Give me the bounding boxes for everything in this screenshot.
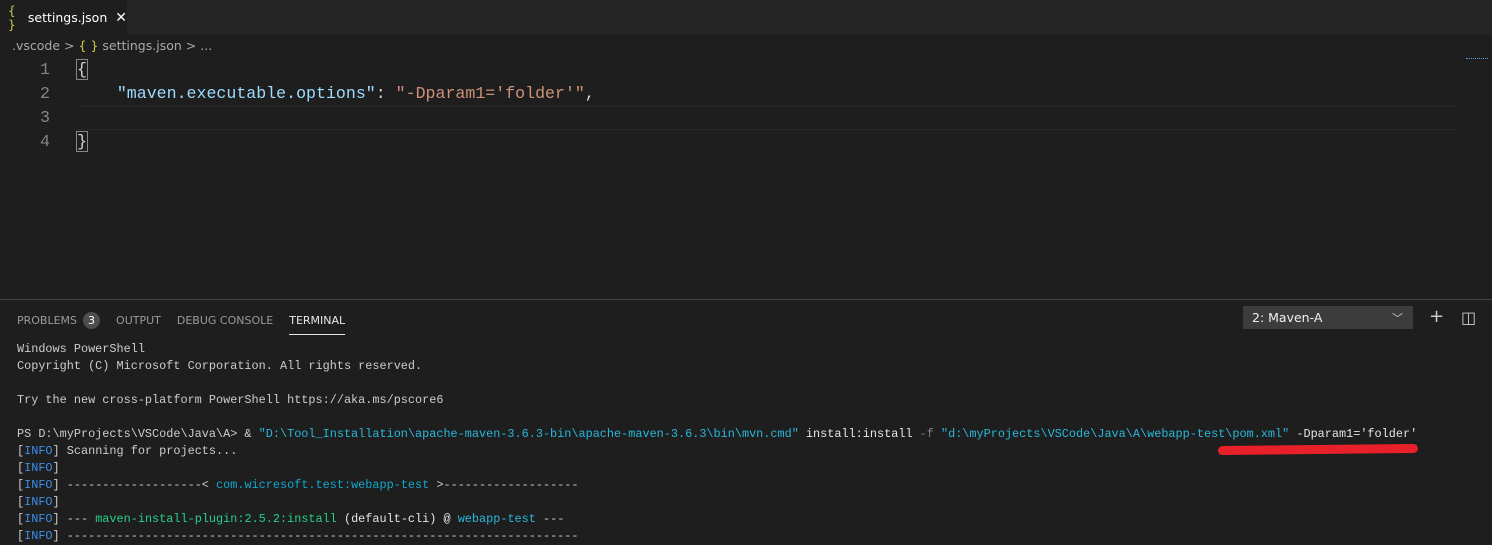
code-token: , [584,84,595,103]
tab-label: TERMINAL [289,313,346,327]
chevron-down-icon: ﹀ [1392,311,1403,325]
tab-output[interactable]: OUTPUT [116,312,161,335]
terminal-line: Windows PowerShell [17,341,1417,358]
terminal-line: Copyright (C) Microsoft Corporation. All… [17,358,1417,375]
code-line: 4} [0,130,1492,154]
terminal-text: INFO [24,461,53,475]
current-line-highlight [77,106,1456,130]
tab-label: PROBLEMS [17,314,78,327]
terminal-text: INFO [24,478,53,492]
code-text: "maven.executable.options": "-Dparam1='f… [77,82,595,106]
terminal-text: webapp-test [457,512,536,526]
code-token: : [375,84,396,103]
terminal-text: INFO [24,512,53,526]
terminal-text: com.wicresoft.test:webapp-test [216,478,430,492]
terminal-text: "D:\Tool_Installation\apache-maven-3.6.3… [258,427,799,441]
close-icon[interactable]: ✕ [115,10,127,26]
terminal-line: [INFO] -------------------< com.wicresof… [17,477,1417,494]
code-token: "maven.executable.options" [116,84,376,103]
code-line: 1{ [0,58,1492,82]
breadcrumb-symbols[interactable]: ... [200,38,212,53]
chevron-right-icon: > [64,38,75,53]
line-number: 2 [40,84,50,103]
tab-label: settings.json [27,10,108,25]
terminal-line: [INFO] [17,494,1417,511]
terminal-text: INFO [24,444,53,458]
terminal-text: ] -------------------< [52,478,217,492]
breadcrumb: .vscode > { } settings.json > ... [12,38,212,53]
terminal-text: maven-install-plugin:2.5.2:install [95,512,337,526]
terminal-line: [INFO] [17,460,1417,477]
code-token: { [76,59,88,80]
terminal-text: Windows PowerShell [17,342,145,356]
split-terminal-icon[interactable]: ◫ [1461,308,1476,327]
code-line: 3 [0,106,1492,130]
tab-terminal[interactable]: TERMINAL [289,312,346,335]
terminal-line: Try the new cross-platform PowerShell ht… [17,392,1417,409]
terminal-text: Copyright (C) Microsoft Corporation. All… [17,359,423,373]
tab-debug-console[interactable]: DEBUG CONSOLE [177,312,273,335]
tab-problems[interactable]: PROBLEMS 3 [17,312,101,335]
code-editor[interactable]: 1{2 "maven.executable.options": "-Dparam… [0,58,1492,154]
minimap[interactable] [1466,58,1488,62]
json-file-icon: { } [8,3,16,32]
tab-settings-json[interactable]: { } settings.json ✕ [0,0,127,35]
terminal-text: ] Scanning for projects... [52,444,238,458]
terminal-select[interactable]: 2: Maven-A ﹀ [1243,306,1413,329]
terminal-text: -Dparam1='folder' [1289,427,1418,441]
chevron-right-icon: > [185,38,197,53]
code-token: } [76,131,88,152]
problems-count-badge: 3 [83,312,101,329]
code-line: 2 "maven.executable.options": "-Dparam1=… [0,82,1492,106]
terminal-text: PS D:\myProjects\VSCode\Java\A> & [17,427,259,441]
editor-tab-bar: { } settings.json ✕ [0,0,1492,35]
terminal-text: -f [919,427,934,441]
terminal-text: INFO [24,495,53,509]
line-number: 4 [40,132,50,151]
terminal-line: PS D:\myProjects\VSCode\Java\A> & "D:\To… [17,426,1417,443]
tab-label: OUTPUT [116,314,161,327]
terminal-text: ] [52,495,60,509]
terminal-output[interactable]: Windows PowerShell Copyright (C) Microsof… [17,341,1417,545]
code-text: } [76,130,88,154]
panel-tabs: PROBLEMS 3 OUTPUT DEBUG CONSOLE TERMINAL [17,312,346,335]
terminal-text: INFO [24,529,53,543]
terminal-text: "d:\myProjects\VSCode\Java\A\webapp-test… [940,427,1290,441]
code-token: "-Dparam1='folder'" [395,84,585,103]
terminal-text: --- [535,512,565,526]
terminal-text: ] --- [52,512,96,526]
json-file-icon: { } [78,38,99,53]
line-number: 1 [40,60,50,79]
terminal-text: (default-cli) @ [336,512,458,526]
terminal-line: [INFO] Scanning for projects... [17,443,1417,460]
terminal-text: ] --------------------------------------… [52,529,579,543]
breadcrumb-file[interactable]: settings.json [102,38,181,53]
terminal-text: >------------------- [429,478,579,492]
terminal-line: [INFO] --- maven-install-plugin:2.5.2:in… [17,511,1417,528]
terminal-select-value: 2: Maven-A [1252,310,1323,325]
line-number: 3 [40,108,50,127]
new-terminal-icon[interactable]: + [1429,306,1444,327]
tab-label: DEBUG CONSOLE [176,314,274,327]
bottom-panel: PROBLEMS 3 OUTPUT DEBUG CONSOLE TERMINAL 2: … [0,299,1492,543]
breadcrumb-folder[interactable]: .vscode [12,38,60,53]
terminal-text: ] [52,461,60,475]
code-text: { [76,58,88,82]
terminal-text: install:install [798,427,920,441]
terminal-line: [INFO] ---------------------------------… [17,528,1417,545]
terminal-text: Try the new cross-platform PowerShell ht… [17,393,444,407]
